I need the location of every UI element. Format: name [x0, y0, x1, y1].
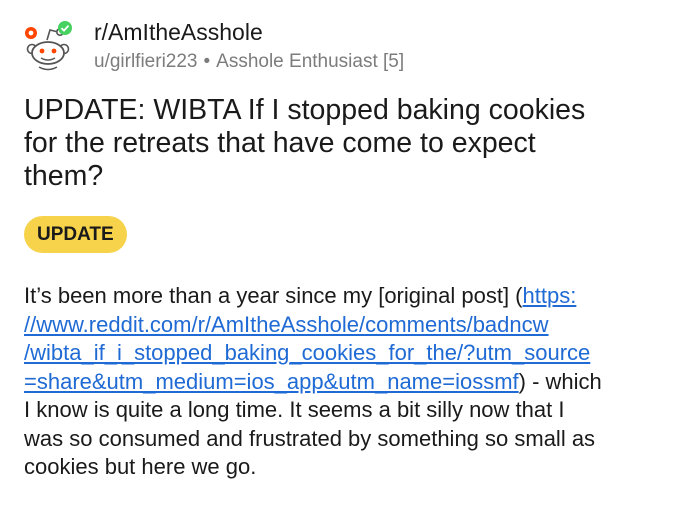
check-badge-icon — [58, 21, 72, 35]
original-post-link[interactable]: =share&utm_medium=ios_app&utm_name=iossm… — [24, 369, 519, 394]
author-link[interactable]: u/girlfieri223 — [94, 51, 198, 72]
body-text-segment: ) - which — [518, 368, 602, 394]
title-line: them? — [24, 160, 104, 192]
body-line: was so consumed and frustrated by someth… — [24, 425, 596, 451]
original-post-link[interactable]: /wibta_if_i_stopped_baking_cookies_for_t… — [24, 340, 590, 365]
body-line: I know is quite a long time. It seems a … — [24, 397, 565, 422]
original-post-link[interactable]: https: — [523, 283, 577, 308]
body-line: =share&utm_medium=ios_app&utm_name=iossm… — [24, 368, 684, 397]
original-post-link[interactable]: //www.reddit.com/r/AmItheAsshole/comment… — [24, 312, 549, 337]
post-meta: u/girlfieri223 • Asshole Enthusiast [5] — [94, 50, 404, 74]
post-flair[interactable]: UPDATE — [24, 216, 127, 253]
title-line: for the retreats that have come to expec… — [24, 127, 536, 159]
post-body: It’s been more than a year since my [ori… — [24, 282, 684, 482]
post-title[interactable]: UPDATE: WIBTA If I stopped baking cookie… — [24, 94, 664, 193]
meta-separator: • — [203, 51, 211, 72]
body-line: cookies but here we go. — [24, 454, 257, 479]
subreddit-name[interactable]: r/AmItheAsshole — [94, 18, 263, 46]
body-line: It’s been more than a year since my [ori… — [24, 282, 684, 311]
body-text-segment: It’s been more than a year since my [ori… — [24, 283, 523, 308]
subreddit-avatar[interactable] — [22, 21, 76, 76]
body-line: /wibta_if_i_stopped_baking_cookies_for_t… — [24, 339, 684, 368]
user-flair: Asshole Enthusiast [5] — [216, 51, 405, 72]
post-header: r/AmItheAsshole u/girlfieri223 • Asshole E… — [22, 16, 682, 76]
title-line: UPDATE: WIBTA If I stopped baking cookie… — [24, 94, 586, 126]
body-line: //www.reddit.com/r/AmItheAsshole/comment… — [24, 311, 684, 340]
